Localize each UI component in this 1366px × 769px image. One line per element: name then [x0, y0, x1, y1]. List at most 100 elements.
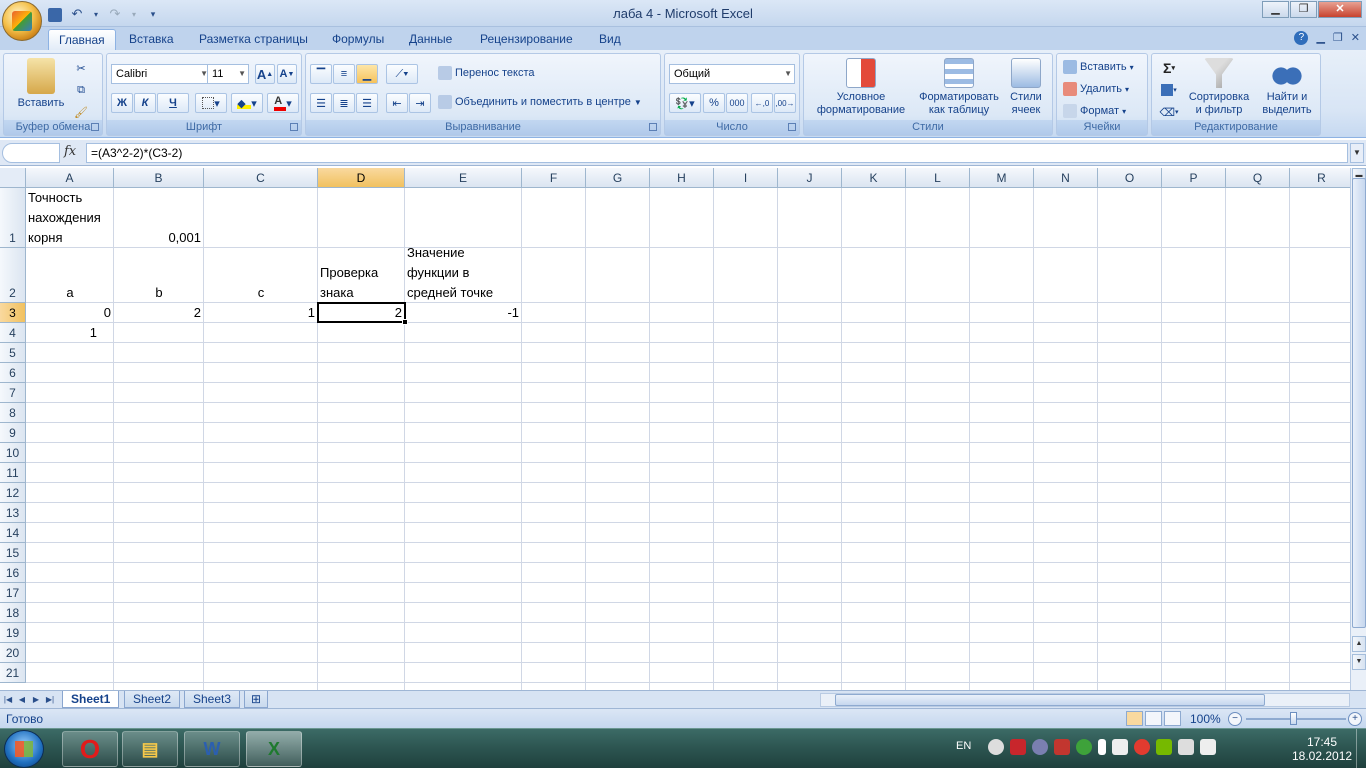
insert-cells-button[interactable]: Вставить ▾ [1063, 60, 1134, 74]
align-top-button[interactable]: ▔ [310, 64, 332, 84]
normal-view-icon[interactable] [1126, 711, 1143, 726]
cell-C2[interactable]: c [204, 283, 318, 303]
format-as-table-button[interactable]: Форматировать как таблицу [914, 58, 1004, 117]
sheet-tab-1[interactable]: Sheet1 [62, 691, 120, 708]
acrobat-icon[interactable] [1010, 739, 1026, 755]
column-header[interactable]: A [26, 168, 114, 188]
scroll-up-icon[interactable]: ▲ [1352, 636, 1366, 652]
number-format-select[interactable]: Общий ▼ [669, 64, 795, 84]
row-header[interactable]: 14 [0, 523, 26, 543]
sheet-tab-3[interactable]: Sheet3 [184, 691, 241, 708]
vertical-scrollbar[interactable]: ▬ ▲ ▼ [1350, 168, 1366, 690]
row-header[interactable]: 7 [0, 383, 26, 403]
zoom-slider[interactable]: − + [1228, 712, 1362, 726]
row-header[interactable]: 5 [0, 343, 26, 363]
format-painter-icon[interactable]: 🖌 [72, 102, 90, 122]
cell-B1[interactable]: 0,001 [114, 228, 204, 248]
row-header[interactable]: 2 [0, 248, 26, 303]
tab-page-layout[interactable]: Разметка страницы [189, 29, 318, 50]
column-header[interactable]: R [1290, 168, 1350, 188]
fill-handle[interactable] [402, 319, 408, 325]
cell-D2[interactable]: Проверка знака [318, 263, 405, 303]
workbook-restore-icon[interactable]: ❐ [1333, 31, 1343, 45]
thousands-button[interactable]: 000 [726, 93, 748, 113]
tab-review[interactable]: Рецензирование [470, 29, 583, 50]
workbook-close-icon[interactable]: ✕ [1351, 31, 1360, 45]
column-header[interactable]: E [405, 168, 522, 188]
next-sheet-icon[interactable]: ▶ [30, 693, 42, 706]
network-icon[interactable] [1178, 739, 1194, 755]
row-header[interactable]: 20 [0, 643, 26, 663]
cell-E3[interactable]: -1 [405, 303, 522, 323]
maximize-button[interactable]: ❐ [1290, 1, 1317, 18]
clock[interactable]: 17:45 18.02.2012 [1292, 735, 1352, 763]
page-break-view-icon[interactable] [1164, 711, 1181, 726]
fill-color-button[interactable]: ◆ ▾ [231, 93, 263, 113]
cell-A4[interactable]: 1 [26, 323, 100, 343]
row-header[interactable]: 8 [0, 403, 26, 423]
column-header[interactable]: H [650, 168, 714, 188]
opera-icon[interactable]: O [62, 731, 118, 767]
tab-view[interactable]: Вид [589, 29, 631, 50]
row-header[interactable]: 9 [0, 423, 26, 443]
merge-center-button[interactable]: Объединить и поместить в центре ▼ [438, 95, 642, 109]
device-icon[interactable] [1112, 739, 1128, 755]
tab-data[interactable]: Данные [399, 29, 462, 50]
insert-sheet-icon[interactable]: ⊞ [244, 691, 269, 708]
tray-record-icon[interactable] [1134, 739, 1150, 755]
sort-filter-button[interactable]: Сортировка и фильтр [1184, 58, 1254, 117]
zoom-out-icon[interactable]: − [1228, 712, 1242, 726]
insert-function-icon[interactable]: fx [64, 144, 76, 159]
row-header[interactable]: 11 [0, 463, 26, 483]
column-header[interactable]: J [778, 168, 842, 188]
conditional-formatting-button[interactable]: Условное форматирование [808, 58, 914, 117]
dialog-launcher-icon[interactable] [649, 123, 657, 131]
align-middle-button[interactable]: ≡ [333, 64, 355, 84]
tray-flag-icon[interactable] [1054, 739, 1070, 755]
column-header[interactable]: O [1098, 168, 1162, 188]
row-header[interactable]: 19 [0, 623, 26, 643]
cell-A3[interactable]: 0 [26, 303, 114, 323]
first-sheet-icon[interactable]: |◀ [2, 693, 14, 706]
nvidia-icon[interactable] [1156, 739, 1172, 755]
italic-button[interactable]: К [134, 93, 156, 113]
workbook-minimize-icon[interactable]: ▁ [1316, 31, 1324, 45]
close-button[interactable]: ✕ [1318, 1, 1362, 18]
zoom-level[interactable]: 100% [1190, 712, 1221, 726]
column-header[interactable]: N [1034, 168, 1098, 188]
last-sheet-icon[interactable]: ▶| [44, 693, 56, 706]
minimize-button[interactable]: ▁ [1262, 1, 1289, 18]
align-left-button[interactable]: ☰ [310, 93, 332, 113]
cell-C3[interactable]: 1 [204, 303, 318, 323]
decrease-decimal-icon[interactable]: ,00→ [774, 93, 796, 113]
cell-A2[interactable]: a [26, 283, 114, 303]
row-header[interactable]: 17 [0, 583, 26, 603]
column-header[interactable]: K [842, 168, 906, 188]
select-all-button[interactable] [0, 168, 26, 188]
align-center-button[interactable]: ≣ [333, 93, 355, 113]
expand-formula-bar-icon[interactable]: ▼ [1350, 143, 1364, 163]
column-header[interactable]: F [522, 168, 586, 188]
align-right-button[interactable]: ☰ [356, 93, 378, 113]
column-header[interactable]: P [1162, 168, 1226, 188]
row-header[interactable]: 21 [0, 663, 26, 683]
scroll-down-icon[interactable]: ▼ [1352, 654, 1366, 670]
row-header[interactable]: 1 [0, 188, 26, 248]
currency-format-button[interactable]: 💱 ▾ [669, 93, 701, 113]
active-cell-selection[interactable] [317, 302, 408, 325]
row-header[interactable]: 4 [0, 323, 26, 343]
volume-icon[interactable] [1200, 739, 1216, 755]
cell-E2[interactable]: Значение функции в средней точке [405, 243, 522, 303]
prev-sheet-icon[interactable]: ◀ [16, 693, 28, 706]
vertical-scroll-thumb[interactable] [1352, 178, 1366, 628]
format-cells-button[interactable]: Формат ▾ [1063, 104, 1126, 118]
utorrent-icon[interactable] [1076, 739, 1092, 755]
column-header[interactable]: G [586, 168, 650, 188]
row-header[interactable]: 13 [0, 503, 26, 523]
horizontal-scrollbar[interactable] [820, 693, 1350, 707]
increase-decimal-icon[interactable]: ←,0 [751, 93, 773, 113]
font-name-select[interactable]: Calibri ▼ [111, 64, 211, 84]
page-layout-view-icon[interactable] [1145, 711, 1162, 726]
start-button[interactable] [4, 730, 44, 768]
column-header[interactable]: D [318, 168, 405, 188]
